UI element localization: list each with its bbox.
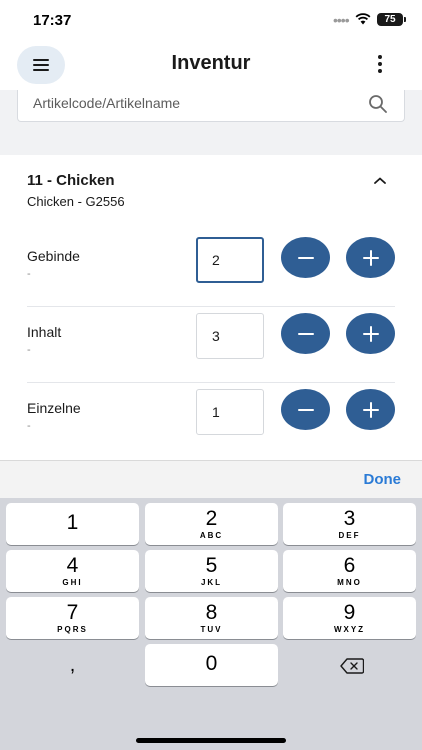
plus-icon: [362, 401, 379, 418]
key-2[interactable]: 2 ABC: [145, 503, 278, 545]
key-7[interactable]: 7 PQRS: [6, 597, 139, 639]
key-letters: ABC: [199, 531, 224, 540]
key-digit: 4: [66, 554, 79, 577]
gebinde-decrement-button[interactable]: [281, 237, 330, 278]
quantity-label: Inhalt: [27, 324, 62, 340]
article-card: 11 - Chicken Chicken - G2556 Gebinde - 2…: [0, 155, 422, 460]
einzelne-decrement-button[interactable]: [281, 389, 330, 430]
status-time: 17:37: [33, 12, 72, 29]
key-comma[interactable]: ,: [6, 644, 139, 686]
key-1[interactable]: 1: [6, 503, 139, 545]
home-indicator[interactable]: [136, 738, 286, 743]
quantity-label: Einzelne: [27, 400, 81, 416]
search-input[interactable]: Artikelcode/Artikelname: [17, 90, 405, 122]
minus-icon: [297, 408, 314, 411]
gebinde-input[interactable]: 2: [196, 237, 264, 283]
key-letters: PQRS: [57, 625, 88, 634]
quantity-sublabel: -: [27, 420, 31, 432]
quantity-row-inhalt: Inhalt - 3: [27, 307, 395, 383]
search-area: Artikelcode/Artikelname: [0, 90, 422, 132]
key-digit: 8: [205, 601, 218, 624]
quantity-sublabel: -: [27, 268, 31, 280]
key-letters: GHI: [62, 578, 83, 587]
more-vertical-icon[interactable]: [366, 50, 394, 78]
app-bar: Inventur: [0, 40, 422, 90]
key-4[interactable]: 4 GHI: [6, 550, 139, 592]
minus-icon: [297, 256, 314, 259]
quantity-row-gebinde: Gebinde - 2: [27, 231, 395, 307]
article-subtitle: Chicken - G2556: [27, 194, 125, 209]
key-digit: 1: [66, 511, 79, 534]
search-icon[interactable]: [368, 94, 388, 114]
plus-icon: [362, 325, 379, 342]
keyboard-accessory-bar: Done: [0, 460, 422, 498]
battery-indicator: 75: [377, 13, 406, 26]
key-digit: 6: [343, 554, 356, 577]
page-title: Inventur: [171, 52, 251, 74]
key-9[interactable]: 9 WXYZ: [283, 597, 416, 639]
chevron-up-icon[interactable]: [372, 175, 388, 187]
key-digit: 7: [66, 601, 79, 624]
einzelne-input[interactable]: 1: [196, 389, 264, 435]
key-8[interactable]: 8 TUV: [145, 597, 278, 639]
einzelne-increment-button[interactable]: [346, 389, 395, 430]
inhalt-decrement-button[interactable]: [281, 313, 330, 354]
key-digit: 2: [205, 507, 218, 530]
quantity-sublabel: -: [27, 344, 31, 356]
quantity-label: Gebinde: [27, 248, 80, 264]
done-button[interactable]: Done: [364, 471, 402, 488]
search-placeholder: Artikelcode/Artikelname: [33, 95, 181, 111]
wifi-icon: [355, 13, 371, 25]
status-bar: 17:37 •••• 75: [0, 0, 422, 40]
key-digit: 3: [343, 507, 356, 530]
key-0[interactable]: 0: [145, 644, 278, 686]
numeric-keypad: 1 2 ABC 3 DEF 4 GHI 5 JKL 6 MNO 7 PQRS 8…: [0, 498, 422, 750]
quantity-row-einzelne: Einzelne - 1: [27, 383, 395, 459]
key-3[interactable]: 3 DEF: [283, 503, 416, 545]
signal-dots-icon: ••••: [333, 12, 350, 28]
key-6[interactable]: 6 MNO: [283, 550, 416, 592]
key-letters: JKL: [200, 578, 223, 587]
minus-icon: [297, 332, 314, 335]
plus-icon: [362, 249, 379, 266]
backspace-icon[interactable]: [340, 658, 364, 674]
key-digit: 0: [205, 652, 218, 675]
key-letters: TUV: [200, 625, 223, 634]
key-letters: MNO: [337, 578, 362, 587]
gebinde-increment-button[interactable]: [346, 237, 395, 278]
inhalt-increment-button[interactable]: [346, 313, 395, 354]
key-5[interactable]: 5 JKL: [145, 550, 278, 592]
key-digit: 5: [205, 554, 218, 577]
inhalt-input[interactable]: 3: [196, 313, 264, 359]
article-title: 11 - Chicken: [27, 172, 115, 189]
key-letters: WXYZ: [333, 625, 366, 634]
section-gap: [0, 132, 422, 155]
key-letters: DEF: [338, 531, 361, 540]
key-digit: 9: [343, 601, 356, 624]
